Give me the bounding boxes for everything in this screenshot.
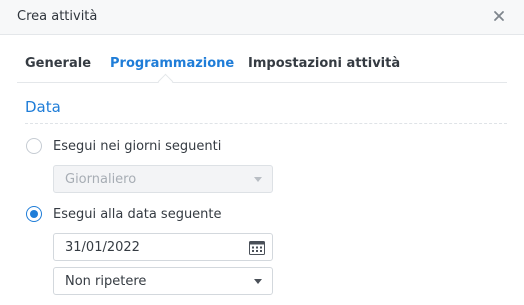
date-field[interactable]: 31/01/2022 — [53, 233, 273, 261]
tab-divider — [17, 82, 507, 83]
calendar-icon[interactable] — [249, 240, 265, 255]
create-task-dialog: Crea attività Generale Programmazione Im… — [0, 0, 524, 305]
radio-label: Esegui nei giorni seguenti — [53, 138, 222, 154]
date-value: 31/01/2022 — [65, 240, 140, 255]
chevron-down-icon — [254, 177, 262, 182]
repeat-select[interactable]: Non ripetere — [53, 267, 273, 295]
dialog-title: Crea attività — [17, 9, 98, 24]
section-title: Data — [25, 98, 61, 116]
radio-button[interactable] — [26, 138, 42, 154]
radio-button[interactable] — [26, 206, 42, 222]
radio-run-on-date[interactable]: Esegui alla data seguente — [26, 205, 222, 223]
section-divider — [25, 123, 507, 124]
frequency-select[interactable]: Giornaliero — [53, 165, 273, 193]
tab-bar: Generale Programmazione Impostazioni att… — [0, 35, 524, 83]
tab-impostazioni-attivita[interactable]: Impostazioni attività — [248, 56, 400, 71]
close-icon[interactable] — [491, 8, 507, 24]
tab-programmazione[interactable]: Programmazione — [110, 56, 234, 71]
radio-label: Esegui alla data seguente — [53, 206, 222, 222]
repeat-value: Non ripetere — [65, 274, 147, 289]
dialog-titlebar: Crea attività — [0, 0, 524, 35]
chevron-down-icon — [254, 279, 262, 284]
tab-generale[interactable]: Generale — [25, 56, 91, 71]
frequency-value: Giornaliero — [65, 172, 137, 187]
radio-run-on-days[interactable]: Esegui nei giorni seguenti — [26, 137, 221, 155]
